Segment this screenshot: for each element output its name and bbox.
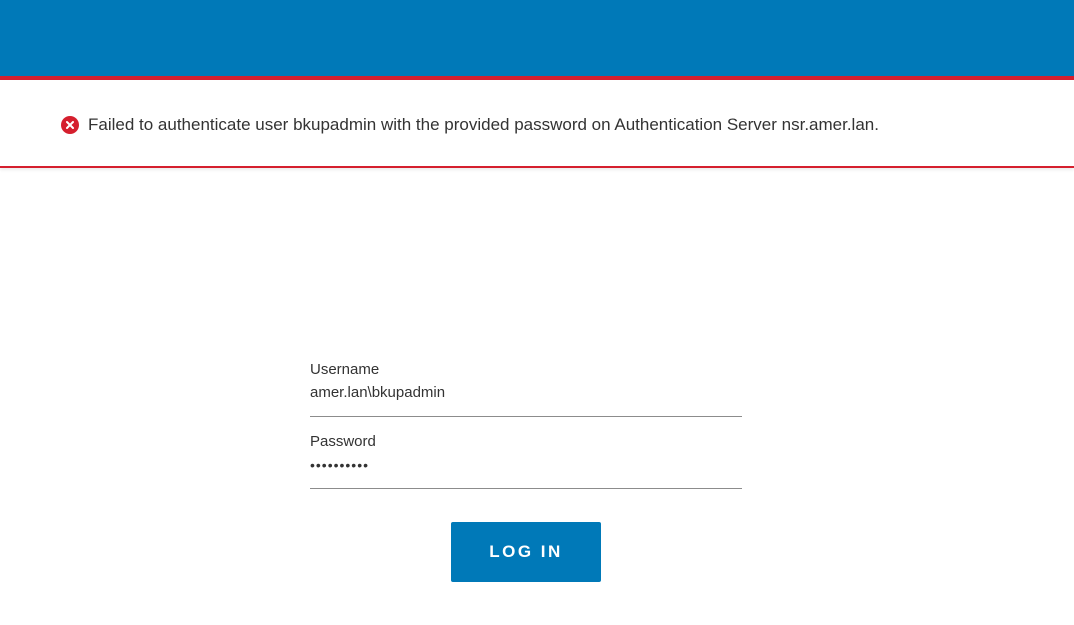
header-bar: [0, 0, 1074, 80]
username-input[interactable]: amer.lan\bkupadmin: [310, 380, 742, 413]
error-banner: Failed to authenticate user bkupadmin wi…: [0, 80, 1074, 168]
password-field[interactable]: Password ••••••••••: [310, 432, 742, 489]
password-input[interactable]: ••••••••••: [310, 452, 742, 485]
username-field[interactable]: Username amer.lan\bkupadmin: [310, 360, 742, 417]
error-message: Failed to authenticate user bkupadmin wi…: [88, 115, 879, 134]
password-label: Password: [310, 433, 376, 450]
error-icon: [61, 116, 79, 134]
login-button[interactable]: LOG IN: [451, 522, 601, 582]
username-label: Username: [310, 361, 380, 378]
login-form: Username amer.lan\bkupadmin Password •••…: [310, 360, 742, 489]
